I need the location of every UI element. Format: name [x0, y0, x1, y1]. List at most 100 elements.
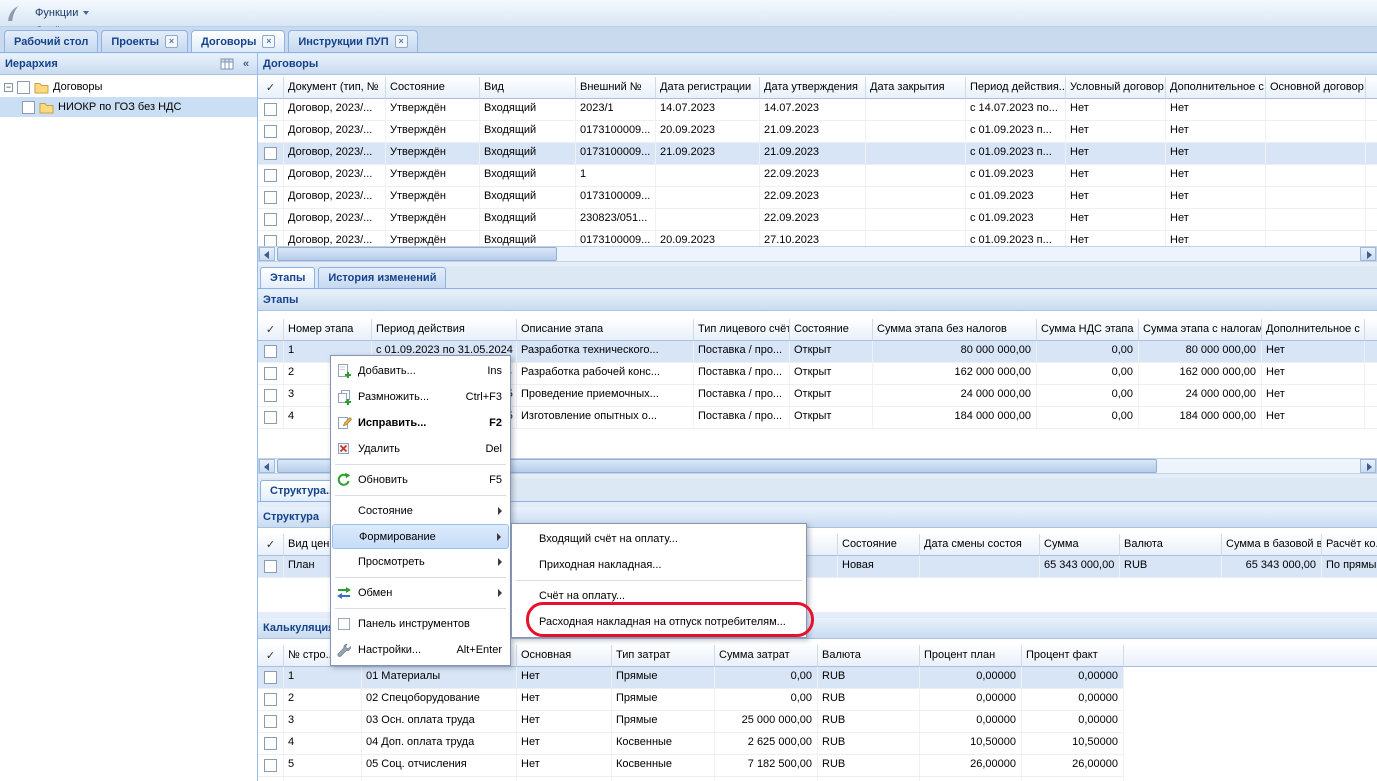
- table-row[interactable]: 202 СпецоборудованиеНетПрямые0,00RUB0,00…: [258, 689, 1124, 711]
- tree-expander-icon[interactable]: −: [4, 83, 13, 92]
- row-checkbox[interactable]: [264, 671, 277, 684]
- column-header[interactable]: Дата закрытия: [866, 77, 966, 99]
- row-checkbox[interactable]: [264, 169, 277, 182]
- column-header[interactable]: Состояние: [790, 319, 873, 341]
- column-header[interactable]: ✓: [258, 77, 284, 99]
- table-row[interactable]: Договор, 2023/...УтверждёнВходящий2023/1…: [258, 99, 1377, 121]
- row-checkbox[interactable]: [264, 737, 277, 750]
- column-header[interactable]: Дата утверждения: [760, 77, 866, 99]
- menu-item[interactable]: Настройки...Alt+Enter: [332, 637, 509, 663]
- column-header[interactable]: Дата смены состоя: [920, 534, 1040, 556]
- stages-tab[interactable]: Этапы: [260, 267, 315, 288]
- menu-item[interactable]: Приходная накладная...: [513, 552, 805, 578]
- column-header[interactable]: Сумма в базовой в: [1222, 534, 1322, 556]
- column-header[interactable]: Описание этапа: [517, 319, 694, 341]
- main-tab[interactable]: Договоры×: [191, 30, 285, 52]
- table-row[interactable]: 101 МатериалыНетПрямые0,00RUB0,000000,00…: [258, 667, 1124, 689]
- menu-item[interactable]: ОбновитьF5: [332, 467, 509, 493]
- tab-close-icon[interactable]: ×: [262, 35, 275, 48]
- tab-close-icon[interactable]: ×: [395, 35, 408, 48]
- row-checkbox[interactable]: [264, 759, 277, 772]
- table-row[interactable]: Договор, 2023/...УтверждёнВходящий017310…: [258, 121, 1377, 143]
- column-header[interactable]: Тип затрат: [612, 645, 715, 667]
- column-header[interactable]: Период действия: [372, 319, 517, 341]
- row-checkbox[interactable]: [264, 235, 277, 246]
- column-header[interactable]: [1366, 77, 1377, 99]
- column-header[interactable]: Валюта: [1120, 534, 1222, 556]
- table-row[interactable]: 303 Осн. оплата трудаНетПрямые25 000 000…: [258, 711, 1124, 733]
- column-header[interactable]: Основная: [517, 645, 612, 667]
- column-header[interactable]: Номер этапа: [284, 319, 372, 341]
- row-checkbox[interactable]: [264, 367, 277, 380]
- row-checkbox[interactable]: [264, 191, 277, 204]
- row-checkbox[interactable]: [264, 715, 277, 728]
- column-header[interactable]: Сумма НДС этапа: [1037, 319, 1139, 341]
- main-tab[interactable]: Проекты×: [101, 30, 188, 52]
- column-header[interactable]: Сумма затрат: [715, 645, 818, 667]
- table-row[interactable]: 505 Соц. отчисленияНетКосвенные7 182 500…: [258, 755, 1124, 777]
- column-header[interactable]: [1365, 319, 1377, 341]
- menu-item[interactable]: Входящий счёт на оплату...: [513, 526, 805, 552]
- table-view-icon[interactable]: [219, 56, 235, 72]
- row-checkbox[interactable]: [264, 693, 277, 706]
- column-header[interactable]: Дополнительное с: [1262, 319, 1365, 341]
- row-checkbox[interactable]: [264, 411, 277, 424]
- column-header[interactable]: Сумма: [1040, 534, 1120, 556]
- horizontal-scrollbar[interactable]: [258, 246, 1377, 262]
- tree-checkbox[interactable]: [17, 81, 30, 94]
- column-header[interactable]: ✓: [258, 534, 284, 556]
- table-row[interactable]: Договор, 2023/...УтверждёнВходящий017310…: [258, 143, 1377, 165]
- scrollbar-thumb[interactable]: [277, 247, 557, 261]
- stages-tab[interactable]: История изменений: [318, 267, 446, 288]
- column-header[interactable]: Вид: [480, 77, 576, 99]
- row-checkbox[interactable]: [264, 560, 277, 573]
- tree-item[interactable]: НИОКР по ГОЗ без НДС: [0, 97, 257, 117]
- column-header[interactable]: Процент факт: [1022, 645, 1124, 667]
- row-checkbox[interactable]: [264, 125, 277, 138]
- column-header[interactable]: Дополнительное с: [1166, 77, 1266, 99]
- table-row[interactable]: Договор, 2023/...УтверждёнВходящий230823…: [258, 209, 1377, 231]
- main-tab[interactable]: Инструкции ПУП×: [288, 30, 417, 52]
- collapse-panel-icon[interactable]: «: [238, 56, 254, 72]
- column-header[interactable]: Дата регистрации: [656, 77, 760, 99]
- main-tab[interactable]: Рабочий стол: [4, 30, 98, 52]
- table-row[interactable]: Договор, 2023/...УтверждёнВходящий122.09…: [258, 165, 1377, 187]
- table-row[interactable]: Договор, 2023/...УтверждёнВходящий017310…: [258, 187, 1377, 209]
- table-row[interactable]: Договор, 2023/...УтверждёнВходящий017310…: [258, 231, 1377, 246]
- table-row[interactable]: 404 Доп. оплата трудаНетКосвенные2 625 0…: [258, 733, 1124, 755]
- tree-item[interactable]: −Договоры: [0, 77, 257, 97]
- menu-item[interactable]: Обмен: [332, 580, 509, 606]
- column-header[interactable]: Сумма этапа без налогов: [873, 319, 1037, 341]
- scroll-left-icon[interactable]: [259, 459, 275, 473]
- column-header[interactable]: Условный договор: [1066, 77, 1166, 99]
- table-row[interactable]: 606 Накладные расходыНетКосвенныеRUB: [258, 777, 1124, 781]
- row-checkbox[interactable]: [264, 103, 277, 116]
- column-header[interactable]: Расчёт ко...: [1322, 534, 1377, 556]
- column-header[interactable]: Внешний №: [576, 77, 656, 99]
- column-header[interactable]: Валюта: [818, 645, 920, 667]
- tree-checkbox[interactable]: [22, 101, 35, 114]
- menu-item[interactable]: Расходная накладная на отпуск потребител…: [513, 609, 805, 635]
- column-header[interactable]: Основной договор: [1266, 77, 1366, 99]
- row-checkbox[interactable]: [264, 345, 277, 358]
- column-header[interactable]: Сумма этапа с налогами: [1139, 319, 1262, 341]
- menu-item[interactable]: Панель инструментов: [332, 611, 509, 637]
- menu-item[interactable]: Просмотреть: [332, 549, 509, 575]
- menu-item[interactable]: Состояние: [332, 498, 509, 524]
- row-checkbox[interactable]: [264, 213, 277, 226]
- scroll-left-icon[interactable]: [259, 247, 275, 261]
- column-header[interactable]: Документ (тип, №: [284, 77, 386, 99]
- row-checkbox[interactable]: [264, 389, 277, 402]
- column-header[interactable]: ✓: [258, 319, 284, 341]
- menu-item[interactable]: Добавить...Ins: [332, 358, 509, 384]
- menubar-item[interactable]: Функции: [26, 4, 112, 22]
- menu-item[interactable]: Формирование: [332, 524, 509, 549]
- menu-item[interactable]: Исправить...F2: [332, 410, 509, 436]
- column-header[interactable]: ✓: [258, 645, 284, 667]
- menu-item[interactable]: Размножить...Ctrl+F3: [332, 384, 509, 410]
- scroll-right-icon[interactable]: [1360, 459, 1376, 473]
- scroll-right-icon[interactable]: [1360, 247, 1376, 261]
- column-header[interactable]: Состояние: [386, 77, 480, 99]
- row-checkbox[interactable]: [264, 147, 277, 160]
- column-header[interactable]: Период действия...: [966, 77, 1066, 99]
